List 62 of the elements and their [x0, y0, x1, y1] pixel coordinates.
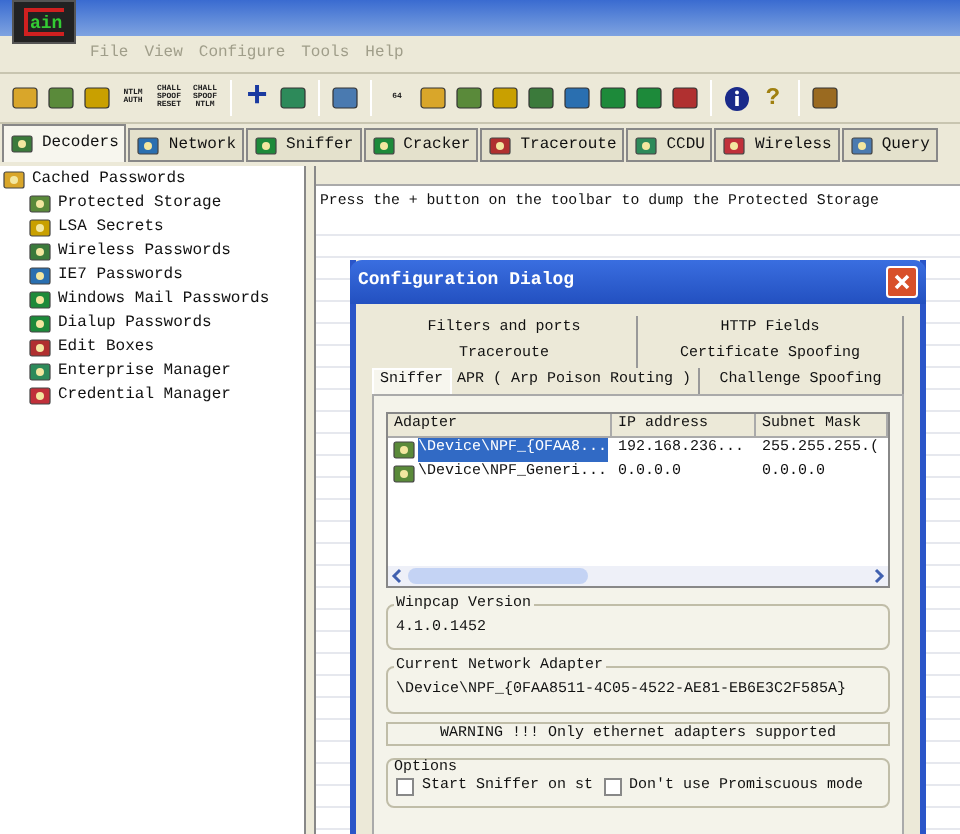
- item-icon: [488, 133, 513, 157]
- tree-item[interactable]: Protected Storage: [0, 192, 304, 216]
- main-tab[interactable]: Query: [841, 128, 938, 162]
- tool-icon: [48, 86, 74, 110]
- tool-icon: [672, 86, 698, 110]
- item-icon: [371, 133, 396, 157]
- tool-icon: [636, 86, 662, 110]
- tool-icon: [528, 86, 554, 110]
- tree-item[interactable]: Cached Passwords: [0, 168, 304, 192]
- item-icon: [28, 240, 52, 264]
- item-icon: [2, 168, 26, 192]
- main-tab[interactable]: Cracker: [363, 128, 479, 162]
- tool-icon: [456, 86, 482, 110]
- tool-icon: [84, 86, 110, 110]
- tree-item[interactable]: Dialup Passwords: [0, 312, 304, 336]
- tree-item[interactable]: Edit Boxes: [0, 336, 304, 360]
- item-icon: [28, 216, 52, 240]
- main-tab[interactable]: Sniffer: [246, 128, 362, 162]
- item-icon: [28, 360, 52, 384]
- tree-item[interactable]: LSA Secrets: [0, 216, 304, 240]
- item-icon: [28, 264, 52, 288]
- tool-icon: [564, 86, 590, 110]
- item-icon: [10, 132, 34, 156]
- item-icon: [28, 192, 52, 216]
- item-icon: [634, 133, 659, 157]
- tool-icon: [332, 86, 358, 110]
- tree-item[interactable]: Windows Mail Passwords: [0, 288, 304, 312]
- tree-item[interactable]: Enterprise Manager: [0, 360, 304, 384]
- dialog-title: Configuration Dialog: [358, 268, 575, 295]
- info-icon: [724, 85, 750, 111]
- item-icon: [722, 133, 747, 157]
- tool-icon: [280, 86, 306, 110]
- close-icon: [894, 274, 910, 290]
- tool-icon: [420, 86, 446, 110]
- item-icon: [28, 288, 52, 312]
- tool-icon: [492, 86, 518, 110]
- tree-item[interactable]: Wireless Passwords: [0, 240, 304, 264]
- add-button[interactable]: +: [240, 80, 274, 116]
- main-tab[interactable]: Network: [128, 128, 245, 162]
- close-button[interactable]: [886, 266, 918, 298]
- main-tab[interactable]: Decoders: [2, 124, 127, 162]
- checkbox[interactable]: [396, 777, 414, 796]
- scroll-thumb[interactable]: [408, 568, 588, 584]
- main-tab[interactable]: CCDU: [626, 128, 713, 162]
- app-logo: ain: [12, 0, 76, 44]
- tool-icon: [12, 86, 38, 110]
- tree-item[interactable]: IE7 Passwords: [0, 264, 304, 288]
- main-tab[interactable]: Wireless: [714, 128, 840, 162]
- main-tab[interactable]: Traceroute: [480, 128, 625, 162]
- item-icon: [849, 133, 874, 157]
- item-icon: [28, 384, 52, 408]
- item-icon: [392, 438, 416, 462]
- checkbox[interactable]: [603, 777, 622, 796]
- tool-icon: [600, 86, 626, 110]
- item-icon: [254, 133, 279, 157]
- item-icon: [392, 462, 416, 486]
- item-icon: [136, 133, 161, 157]
- item-icon: [28, 336, 52, 360]
- item-icon: [28, 312, 52, 336]
- tool-icon: [812, 86, 838, 110]
- tree-item[interactable]: Credential Manager: [0, 384, 304, 408]
- horizontal-scrollbar[interactable]: [388, 566, 888, 586]
